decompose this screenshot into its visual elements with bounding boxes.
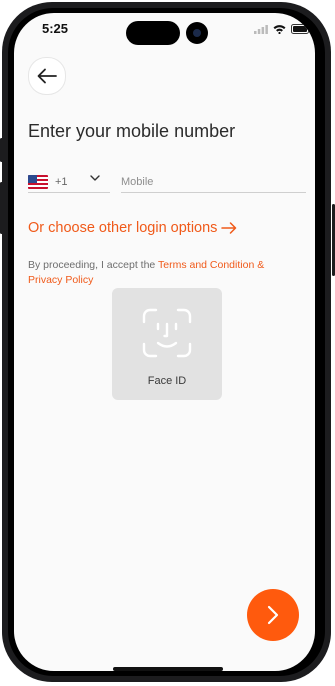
consent-text: By proceeding, I accept the Terms and Co…: [28, 258, 298, 288]
status-time: 5:25: [42, 21, 69, 36]
next-button[interactable]: [247, 589, 299, 641]
status-icons: [254, 24, 312, 34]
chevron-down-icon: [90, 175, 100, 181]
battery-icon: [291, 24, 311, 34]
chevron-right-icon: [267, 605, 279, 625]
screen: 5:25 Enter your mobile number +1 Mobile …: [14, 13, 315, 671]
arrow-left-icon: [37, 68, 57, 84]
mobile-input[interactable]: [121, 176, 306, 188]
page-title: Enter your mobile number: [28, 121, 236, 141]
front-camera: [186, 22, 208, 44]
wifi-icon: [273, 25, 286, 34]
other-login-options-label: Or choose other login options: [28, 220, 218, 236]
face-id-button[interactable]: Face ID: [112, 288, 222, 400]
arrow-right-icon: [221, 222, 237, 234]
us-flag-icon: [28, 175, 48, 189]
signal-icon: [254, 24, 268, 34]
back-button[interactable]: [28, 57, 66, 95]
other-login-options-link[interactable]: Or choose other login options: [28, 220, 237, 236]
dynamic-island: [126, 21, 180, 45]
country-code-selector[interactable]: +1: [28, 172, 110, 193]
face-id-icon: [142, 308, 192, 358]
mobile-field-wrapper: [121, 172, 306, 193]
face-id-label: Face ID: [147, 375, 187, 387]
home-indicator: [113, 667, 223, 671]
consent-prefix: By proceeding, I accept the: [28, 259, 158, 271]
country-code: +1: [55, 176, 68, 188]
